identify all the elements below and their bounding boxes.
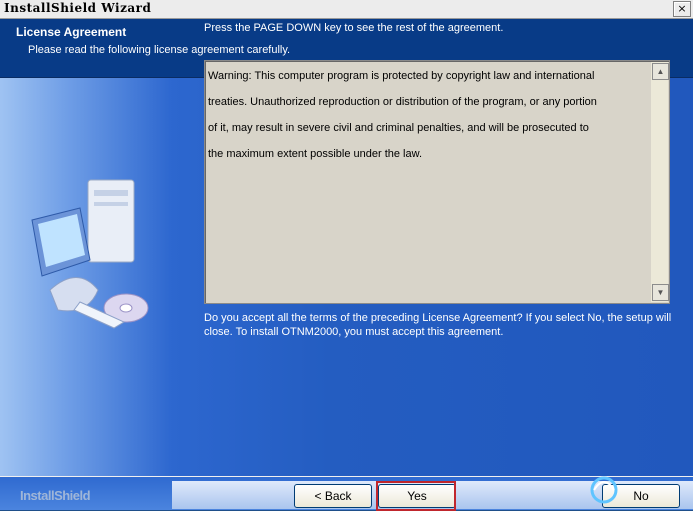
close-button[interactable]: ×: [673, 1, 691, 17]
back-button[interactable]: < Back: [294, 484, 372, 508]
vertical-scrollbar[interactable]: ▲ ▼: [651, 62, 669, 302]
license-line: the maximum extent possible under the la…: [208, 148, 423, 160]
up-arrow-icon[interactable]: ▲: [652, 63, 669, 80]
installshield-brand: InstallShield: [20, 488, 91, 503]
license-text-box[interactable]: Warning: This computer program is protec…: [204, 60, 670, 304]
instruction-text: Press the PAGE DOWN key to see the rest …: [204, 22, 504, 34]
license-line: of it, may result in severe civil and cr…: [208, 122, 589, 134]
computer-setup-icon: [31, 179, 149, 329]
page-title: License Agreement: [16, 25, 127, 39]
watermark-logo-icon: [590, 476, 618, 504]
accept-question: Do you accept all the terms of the prece…: [204, 312, 672, 338]
title-bar: InstallShield Wizard ×: [0, 0, 693, 19]
license-line: Warning: This computer program is protec…: [208, 70, 595, 82]
license-text: Warning: This computer program is protec…: [208, 63, 648, 167]
down-arrow-icon[interactable]: ▼: [652, 284, 669, 301]
yes-button[interactable]: Yes: [378, 484, 456, 508]
license-line: treaties. Unauthorized reproduction or d…: [208, 96, 597, 108]
window-title: InstallShield Wizard: [4, 1, 152, 15]
page-subtitle: Please read the following license agreem…: [28, 44, 291, 56]
installshield-window: InstallShield Wizard × License Agreement…: [0, 0, 693, 511]
